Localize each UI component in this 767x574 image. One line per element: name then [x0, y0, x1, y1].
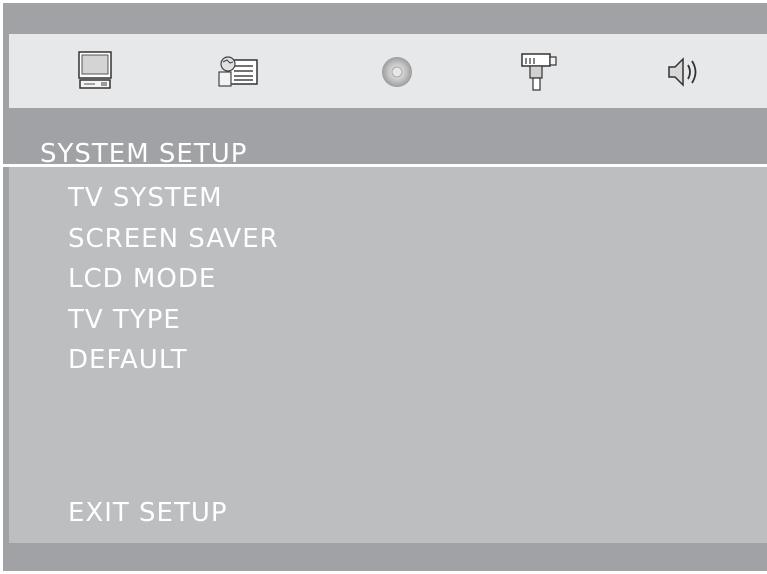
joystick-icon	[521, 53, 557, 91]
tab-speaker[interactable]	[659, 50, 703, 94]
menu-item-default[interactable]: DEFAULT	[68, 345, 188, 375]
menu-item-tv-system[interactable]: TV SYSTEM	[68, 183, 223, 213]
speaker-icon	[668, 57, 697, 87]
menu-item-screen-saver[interactable]: SCREEN SAVER	[68, 224, 279, 254]
menu-item-tv-type[interactable]: TV TYPE	[68, 305, 181, 335]
tab-system[interactable]	[73, 50, 117, 94]
menu-item-lcd-mode[interactable]: LCD MODE	[68, 264, 216, 294]
setup-screen: SYSTEM SETUP TV SYSTEM SCREEN SAVER LCD …	[0, 0, 767, 574]
tab-video[interactable]	[516, 50, 560, 94]
exit-setup-button[interactable]: EXIT SETUP	[68, 498, 228, 528]
category-tab-bar	[9, 34, 767, 109]
tab-language[interactable]	[217, 50, 261, 94]
monitor-icon	[78, 51, 112, 89]
document-icon	[218, 56, 258, 87]
disc-icon	[382, 57, 412, 87]
tab-disc[interactable]	[375, 50, 419, 94]
